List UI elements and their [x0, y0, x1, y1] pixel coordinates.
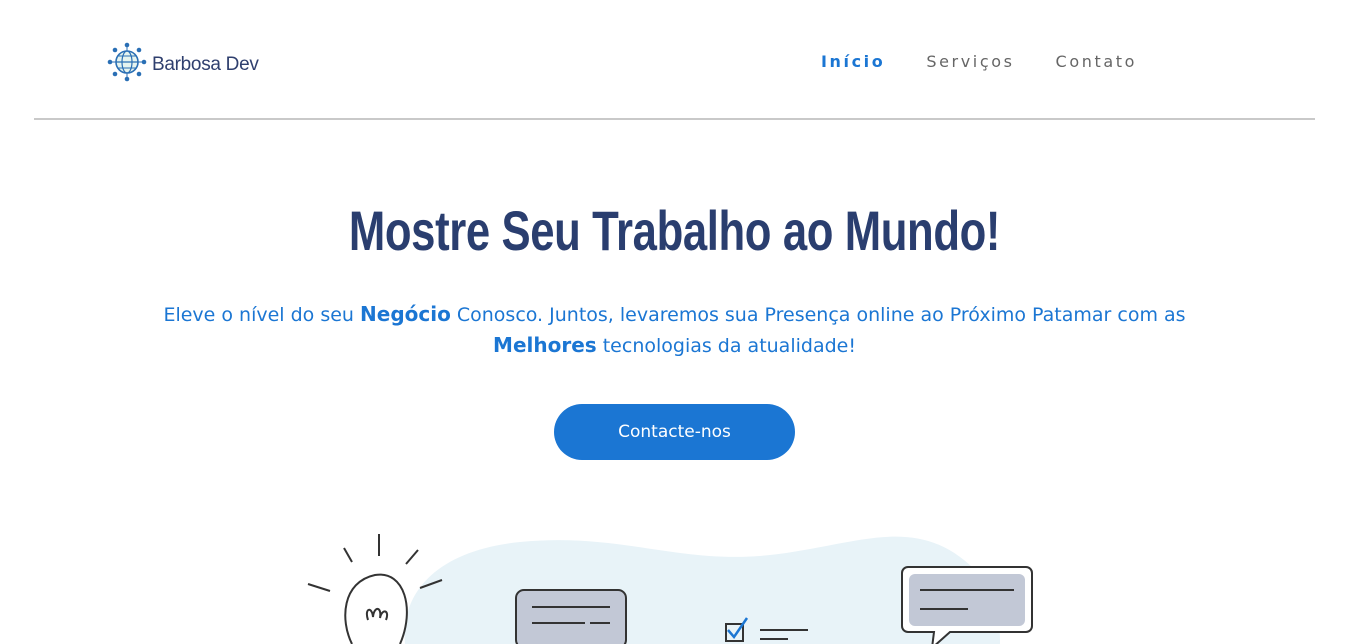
brand-logo[interactable]: Barbosa Dev: [106, 41, 259, 88]
speech-bubble-right: [901, 566, 1033, 644]
contact-button[interactable]: Contacte-nos: [554, 404, 795, 460]
site-header: Barbosa Dev Início Serviços Contato: [0, 0, 1349, 120]
nav-item-inicio[interactable]: Início: [821, 52, 885, 71]
hero-text-bold-negocio: Negócio: [360, 302, 451, 326]
speech-bubble-left: [515, 589, 627, 644]
hero-text-bold-melhores: Melhores: [493, 333, 597, 357]
hero-illustration: [300, 520, 1060, 644]
hero-description: Eleve o nível do seu Negócio Conosco. Ju…: [150, 299, 1199, 361]
hero-text-part3: tecnologias da atualidade!: [596, 335, 856, 357]
main-nav: Início Serviços Contato: [821, 52, 1137, 71]
brand-name: Barbosa Dev: [152, 53, 259, 75]
hero-title: Mostre Seu Trabalho ao Mundo!: [348, 199, 1001, 262]
nav-item-contato[interactable]: Contato: [1056, 52, 1137, 71]
nav-item-servicos[interactable]: Serviços: [926, 52, 1014, 71]
globe-network-icon: [106, 41, 148, 88]
hero-text-part1: Eleve o nível do seu: [163, 304, 361, 326]
header-divider: [34, 118, 1315, 120]
hero-text-part2: Conosco. Juntos, levaremos sua Presença …: [450, 304, 1186, 326]
